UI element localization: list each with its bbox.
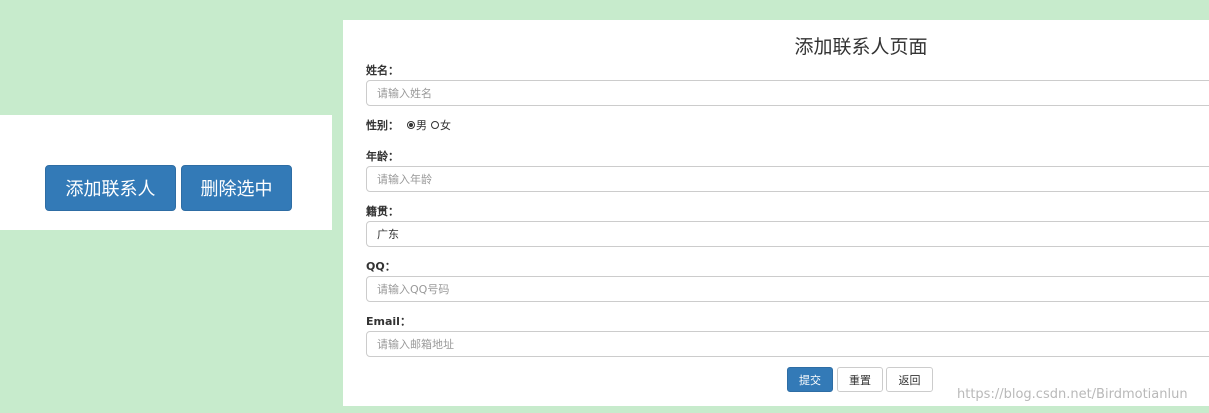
email-label: Email： — [366, 315, 411, 328]
radio-checked-icon[interactable] — [407, 121, 415, 129]
page-title: 添加联系人页面 — [794, 36, 928, 58]
gender-option-female[interactable]: 女 — [431, 117, 451, 133]
gender-field: 性别： 男 女 — [366, 117, 455, 133]
watermark: https://blog.csdn.net/Birdmotianlun — [957, 387, 1188, 402]
gender-option-male[interactable]: 男 — [407, 117, 427, 133]
name-label: 姓名： — [366, 64, 399, 77]
reset-button[interactable]: 重置 — [837, 367, 883, 392]
origin-label: 籍贯： — [366, 205, 399, 218]
age-label: 年龄： — [366, 150, 399, 163]
age-input[interactable] — [366, 166, 1209, 192]
submit-button[interactable]: 提交 — [787, 367, 833, 392]
qq-input[interactable] — [366, 276, 1209, 302]
gender-label: 性别： — [366, 119, 399, 132]
origin-select[interactable]: 广东 — [366, 221, 1209, 247]
back-button[interactable]: 返回 — [886, 367, 933, 392]
contact-actions-panel: 添加联系人 删除选中 — [0, 115, 332, 230]
email-input[interactable] — [366, 331, 1209, 357]
radio-unchecked-icon[interactable] — [431, 121, 439, 129]
delete-selected-button[interactable]: 删除选中 — [181, 165, 292, 211]
add-contact-form: 添加联系人页面 姓名： 性别： 男 女 年龄： 籍贯： 广东 QQ： Email… — [343, 20, 1209, 406]
gender-male-text: 男 — [416, 119, 427, 132]
add-contact-button[interactable]: 添加联系人 — [45, 165, 176, 211]
gender-female-text: 女 — [440, 119, 451, 132]
name-input[interactable] — [366, 80, 1209, 106]
qq-label: QQ： — [366, 260, 396, 273]
